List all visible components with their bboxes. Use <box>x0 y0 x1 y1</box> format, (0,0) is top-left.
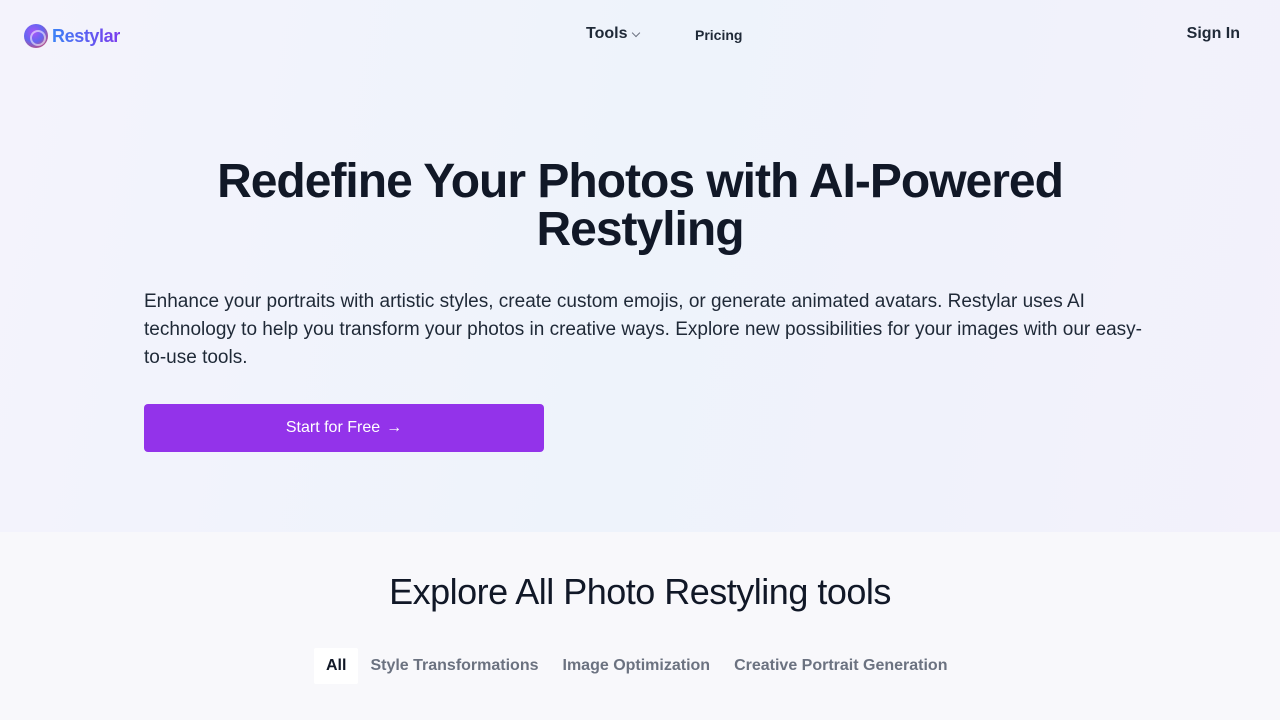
tab-style-transformations[interactable]: Style Transformations <box>358 648 550 684</box>
hero-title: Redefine Your Photos with AI-Powered Res… <box>217 155 1064 256</box>
nav-tools-dropdown[interactable]: Tools <box>586 25 641 43</box>
brand-name: Restylar <box>52 25 120 46</box>
tab-all[interactable]: All <box>314 648 359 684</box>
brand-logo-link[interactable]: Restylar <box>24 24 120 48</box>
tab-creative-portrait-generation[interactable]: Creative Portrait Generation <box>722 648 959 684</box>
site-header: Restylar Tools Pricing Sign In <box>0 0 1280 72</box>
tools-section-title: Explore All Photo Restyling tools <box>389 571 891 612</box>
cta-label: Start for Free <box>285 419 381 436</box>
sign-in-link[interactable]: Sign In <box>1187 25 1240 43</box>
tool-category-tabs: All Style Transformations Image Optimiza… <box>314 648 959 684</box>
hero-description: Enhance your portraits with artistic sty… <box>144 291 1142 368</box>
nav-pricing-link[interactable]: Pricing <box>695 27 742 43</box>
arrow-right-icon: → <box>386 419 403 436</box>
hero-background <box>0 0 1280 532</box>
nav-tools-label: Tools <box>586 25 628 42</box>
start-for-free-button[interactable]: Start for Free → <box>144 404 544 452</box>
restylar-logo-icon <box>24 24 48 48</box>
tab-image-optimization[interactable]: Image Optimization <box>551 648 723 684</box>
tools-section-background <box>0 532 1280 720</box>
chevron-down-icon <box>632 28 641 37</box>
